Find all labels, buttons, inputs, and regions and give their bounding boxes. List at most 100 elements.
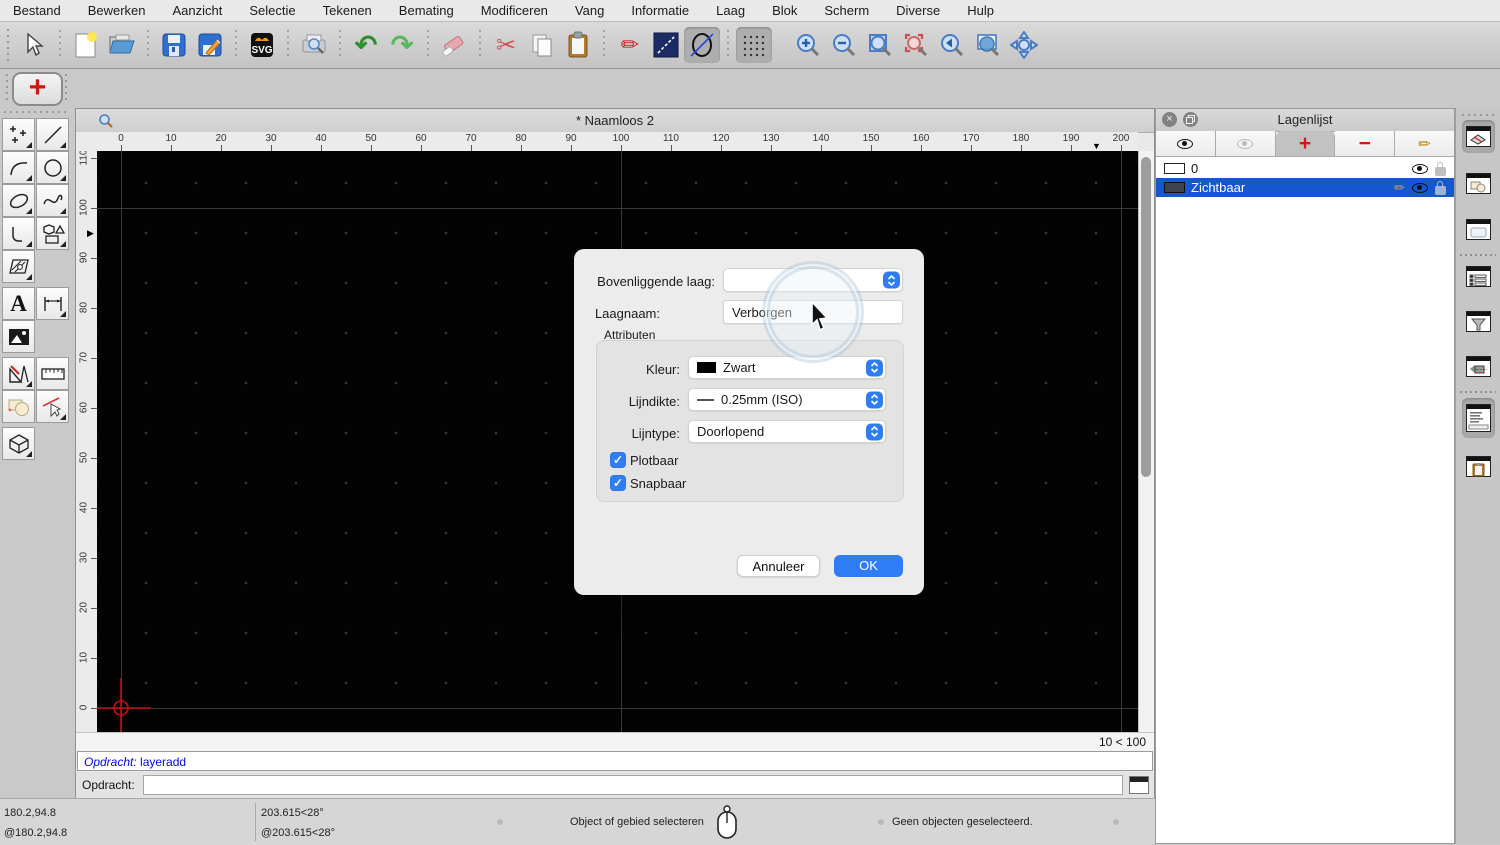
draw-pencil-button[interactable]: ✏ bbox=[612, 27, 648, 63]
layer-row-0[interactable]: 0 bbox=[1156, 159, 1454, 178]
layer-visible-icon[interactable] bbox=[1412, 163, 1428, 174]
menu-selectie[interactable]: Selectie bbox=[249, 3, 295, 18]
layer-remove-button[interactable]: − bbox=[1335, 131, 1396, 157]
save-as-button[interactable] bbox=[192, 27, 228, 63]
grid-toggle-button[interactable] bbox=[736, 27, 772, 63]
layer-visible-icon[interactable] bbox=[1412, 182, 1428, 193]
panel-close-button[interactable]: × bbox=[1162, 112, 1177, 127]
redo-button[interactable]: ↷ bbox=[384, 27, 420, 63]
menu-diverse[interactable]: Diverse bbox=[896, 3, 940, 18]
zoom-out-button[interactable] bbox=[826, 27, 862, 63]
select-button[interactable] bbox=[16, 27, 52, 63]
command-window-toggle-button[interactable] bbox=[1129, 776, 1149, 794]
circle-tool[interactable] bbox=[36, 151, 69, 184]
layer-hide-all-button[interactable] bbox=[1215, 131, 1276, 157]
menu-informatie[interactable]: Informatie bbox=[631, 3, 689, 18]
properties-panel-button[interactable] bbox=[1462, 213, 1495, 246]
layer-show-all-button[interactable] bbox=[1156, 131, 1216, 157]
points-tool[interactable] bbox=[2, 118, 35, 151]
status-dot bbox=[878, 819, 884, 825]
svg-export-button[interactable]: SVG bbox=[244, 27, 280, 63]
lineweight-select[interactable]: 0.25mm (ISO) bbox=[688, 388, 886, 411]
hatch-tool[interactable] bbox=[2, 250, 35, 283]
layer-lock-icon[interactable] bbox=[1435, 180, 1446, 195]
arc-tool[interactable] bbox=[2, 151, 35, 184]
polyline-tool[interactable] bbox=[2, 217, 35, 250]
eraser-button[interactable] bbox=[436, 27, 472, 63]
copy-button[interactable] bbox=[524, 27, 560, 63]
menu-tekenen[interactable]: Tekenen bbox=[323, 3, 372, 18]
line-tool[interactable] bbox=[36, 118, 69, 151]
cut-button[interactable]: ✂ bbox=[488, 27, 524, 63]
document-titlebar[interactable]: * Naamloos 2 bbox=[76, 109, 1154, 133]
layer-color-swatch bbox=[1164, 163, 1185, 174]
cancel-button[interactable]: Annuleer bbox=[737, 555, 820, 577]
open-file-button[interactable] bbox=[104, 27, 140, 63]
text-tool[interactable]: A bbox=[2, 287, 35, 320]
draft-tools[interactable] bbox=[2, 357, 35, 390]
eye-off-icon bbox=[1237, 138, 1254, 149]
menu-vang[interactable]: Vang bbox=[575, 3, 604, 18]
paste-button[interactable] bbox=[560, 27, 596, 63]
layer-edit-pencil-icon[interactable]: ✏ bbox=[1394, 180, 1405, 196]
command-input[interactable] bbox=[142, 775, 1123, 795]
snapbaar-checkbox[interactable]: ✓ bbox=[610, 475, 626, 491]
layer-lock-icon[interactable] bbox=[1435, 161, 1446, 176]
zoom-window-button[interactable] bbox=[970, 27, 1006, 63]
menu-modificeren[interactable]: Modificeren bbox=[481, 3, 548, 18]
selection-filter-panel-button[interactable] bbox=[1462, 305, 1495, 338]
pan-button[interactable] bbox=[1006, 27, 1042, 63]
new-file-button[interactable] bbox=[68, 27, 104, 63]
ok-button[interactable]: OK bbox=[834, 555, 903, 577]
image-tool[interactable] bbox=[2, 320, 35, 353]
spline-tool[interactable] bbox=[36, 184, 69, 217]
print-preview-button[interactable] bbox=[296, 27, 332, 63]
line-tool-button[interactable] bbox=[648, 27, 684, 63]
toolpalette-drag-handle[interactable] bbox=[4, 110, 66, 114]
panel-detach-button[interactable] bbox=[1183, 112, 1198, 127]
clipboard-panel-button[interactable] bbox=[1462, 450, 1495, 483]
color-select[interactable]: Zwart bbox=[688, 356, 886, 379]
save-button[interactable] bbox=[156, 27, 192, 63]
trim-tool[interactable] bbox=[36, 390, 69, 423]
strip-drag-handle[interactable] bbox=[1462, 113, 1495, 117]
shapes-tool[interactable] bbox=[36, 217, 69, 250]
menu-bewerken[interactable]: Bewerken bbox=[88, 3, 146, 18]
blocks-panel-button[interactable] bbox=[1462, 167, 1495, 200]
zoom-auto-button[interactable] bbox=[862, 27, 898, 63]
plotbaar-checkbox[interactable]: ✓ bbox=[610, 452, 626, 468]
zoom-previous-button[interactable] bbox=[934, 27, 970, 63]
linetype-select[interactable]: Doorlopend bbox=[688, 420, 886, 443]
palette-drag-handle[interactable] bbox=[5, 74, 9, 101]
list-panel-button[interactable] bbox=[1462, 260, 1495, 293]
dimension-tool[interactable] bbox=[36, 287, 69, 320]
viewports-panel-button[interactable] bbox=[1462, 350, 1495, 383]
menu-scherm[interactable]: Scherm bbox=[824, 3, 869, 18]
layer-row-zichtbaar[interactable]: Zichtbaar ✏ bbox=[1156, 178, 1454, 197]
layers-panel-button[interactable] bbox=[1462, 120, 1495, 153]
menu-bemating[interactable]: Bemating bbox=[399, 3, 454, 18]
menu-laag[interactable]: Laag bbox=[716, 3, 745, 18]
boolean-tool[interactable] bbox=[2, 390, 35, 423]
vertical-scrollbar[interactable] bbox=[1138, 151, 1154, 732]
zoom-selection-button[interactable] bbox=[898, 27, 934, 63]
menu-hulp[interactable]: Hulp bbox=[967, 3, 994, 18]
ellipse-tool-button[interactable] bbox=[684, 27, 720, 63]
toolbar-drag-handle[interactable] bbox=[6, 29, 10, 61]
palette-drag-handle[interactable] bbox=[64, 74, 68, 101]
scrollbar-thumb[interactable] bbox=[1141, 157, 1151, 477]
menu-bestand[interactable]: Bestand bbox=[13, 3, 61, 18]
grid-axis-x0 bbox=[121, 151, 122, 732]
menu-aanzicht[interactable]: Aanzicht bbox=[173, 3, 223, 18]
zoom-selection-icon bbox=[904, 33, 928, 57]
command-panel-button[interactable] bbox=[1462, 398, 1495, 438]
zoom-in-button[interactable] bbox=[790, 27, 826, 63]
add-layer-quick-button[interactable]: + bbox=[12, 72, 63, 106]
ellipse-tool[interactable] bbox=[2, 184, 35, 217]
solid-tool[interactable] bbox=[2, 427, 35, 460]
measure-tool[interactable] bbox=[36, 357, 69, 390]
menu-blok[interactable]: Blok bbox=[772, 3, 797, 18]
undo-button[interactable]: ↶ bbox=[348, 27, 384, 63]
layer-edit-button[interactable]: ✏ bbox=[1395, 131, 1454, 157]
layer-add-button[interactable]: + bbox=[1275, 131, 1336, 157]
